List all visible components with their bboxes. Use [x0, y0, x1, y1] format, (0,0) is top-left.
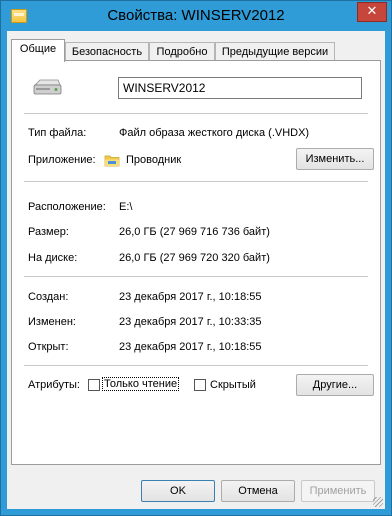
tab-details[interactable]: Подробно [149, 42, 215, 61]
separator [24, 113, 368, 114]
readonly-label-text: Только чтение [104, 378, 178, 390]
separator [24, 181, 368, 182]
modified-value: 23 декабря 2017 г., 10:33:35 [119, 316, 262, 328]
hidden-checkbox-label[interactable]: Скрытый [210, 379, 256, 391]
size-label: Размер: [28, 226, 69, 238]
apply-button: Применить [301, 480, 375, 502]
application-value: Проводник [126, 154, 182, 166]
modified-label: Изменен: [28, 316, 76, 328]
location-label: Расположение: [28, 201, 106, 213]
disk-size-value: 26,0 ГБ (27 969 720 320 байт) [119, 252, 270, 264]
resize-grip-icon[interactable] [373, 497, 383, 507]
file-name-field[interactable] [118, 77, 362, 99]
application-label: Приложение: [28, 154, 96, 166]
tab-security[interactable]: Безопасность [65, 42, 149, 61]
disk-size-label: На диске: [28, 252, 78, 264]
explorer-folder-icon [104, 155, 120, 167]
readonly-checkbox-label[interactable]: Только чтение [102, 377, 180, 391]
file-type-value: Файл образа жесткого диска (.VHDX) [119, 127, 310, 139]
other-attributes-button[interactable]: Другие... [296, 374, 374, 396]
properties-window: Свойства: WINSERV2012 ✕ Общие Безопаснос… [0, 0, 392, 516]
close-button[interactable]: ✕ [357, 2, 387, 22]
tab-previous-versions[interactable]: Предыдущие версии [215, 42, 335, 61]
readonly-checkbox[interactable] [88, 379, 100, 391]
created-label: Создан: [28, 291, 69, 303]
hard-disk-icon [33, 79, 62, 95]
attributes-label: Атрибуты: [28, 379, 80, 391]
window-title: Свойства: WINSERV2012 [107, 7, 285, 24]
separator [24, 365, 368, 366]
opened-value: 23 декабря 2017 г., 10:18:55 [119, 341, 262, 353]
hidden-checkbox[interactable] [194, 379, 206, 391]
dialog-client-area: Общие Безопасность Подробно Предыдущие в… [7, 31, 385, 509]
ok-button[interactable]: OK [141, 480, 215, 502]
title-bar[interactable]: Свойства: WINSERV2012 ✕ [1, 1, 391, 31]
file-type-label: Тип файла: [28, 127, 87, 139]
separator [24, 276, 368, 277]
change-button[interactable]: Изменить... [296, 148, 374, 170]
cancel-button[interactable]: Отмена [221, 480, 295, 502]
opened-label: Открыт: [28, 341, 69, 353]
created-value: 23 декабря 2017 г., 10:18:55 [119, 291, 262, 303]
general-tab-panel: Тип файла: Файл образа жесткого диска (.… [11, 60, 381, 465]
size-value: 26,0 ГБ (27 969 716 736 байт) [119, 226, 270, 238]
tab-general[interactable]: Общие [11, 39, 65, 62]
location-value: E:\ [119, 201, 133, 213]
